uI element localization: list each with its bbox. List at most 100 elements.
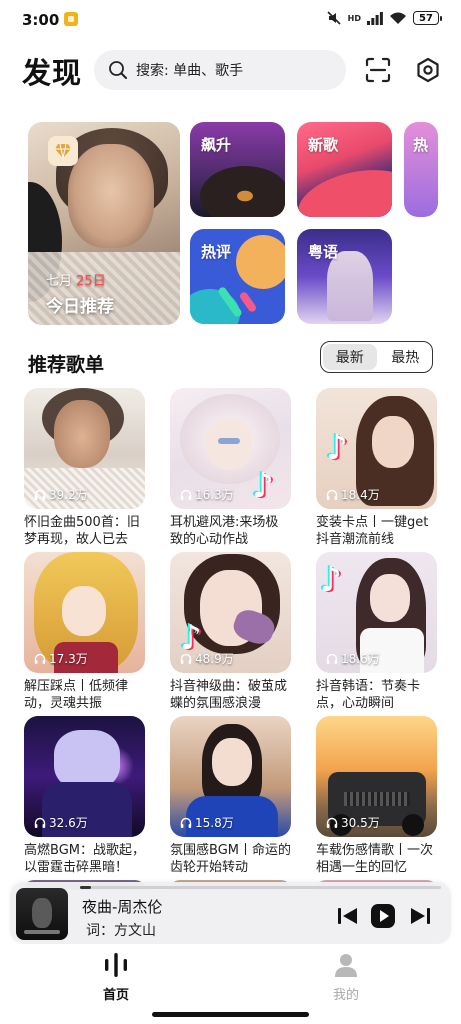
tile-hot[interactable]: 热 bbox=[404, 122, 438, 217]
section-title: 推荐歌单 bbox=[28, 354, 105, 376]
tile-rise-label: 飙升 bbox=[201, 136, 232, 154]
play-button[interactable] bbox=[370, 903, 396, 929]
tile-hot-label: 热 bbox=[413, 136, 429, 154]
tile-rise[interactable]: 飙升 bbox=[190, 122, 285, 217]
playlist-cover: 32.6万 bbox=[24, 716, 145, 837]
playlist-title: 解压踩点丨低频律动，灵魂共振 bbox=[24, 679, 129, 711]
headphones-icon bbox=[326, 653, 338, 664]
playlist-title: 抖音韩语：节奏卡点，心动瞬间 bbox=[316, 679, 421, 711]
daily-day: 25日 bbox=[76, 274, 106, 289]
nav-mine-label: 我的 bbox=[332, 988, 359, 1003]
playlist-card[interactable]: 39.2万 怀旧金曲500首：旧梦再现，故人已去 bbox=[24, 388, 145, 548]
now-playing-title: 夜曲-周杰伦 bbox=[82, 898, 163, 916]
search-input[interactable]: 搜索: 单曲、歌手 bbox=[94, 50, 346, 90]
playlist-title: 抖音神级曲：破茧成蝶的氛围感浪漫 bbox=[170, 679, 288, 711]
play-count: 15.8万 bbox=[180, 814, 234, 831]
play-count: 39.2万 bbox=[34, 486, 88, 503]
play-count: 32.6万 bbox=[34, 814, 88, 831]
playback-progress-fill bbox=[80, 886, 91, 889]
daily-recommend-card[interactable]: 七月 25日 今日推荐 bbox=[28, 122, 180, 325]
search-icon bbox=[109, 61, 127, 79]
playlist-card[interactable]: ♪ 18.6万 抖音韩语：节奏卡点，心动瞬间 bbox=[316, 552, 437, 712]
playlist-card[interactable]: ♪ 18.4万 变装卡点丨一键get抖音潮流前线 bbox=[316, 388, 437, 548]
person-icon bbox=[335, 954, 357, 977]
sort-toggle: 最新 最热 bbox=[320, 341, 433, 373]
tile-cantonese[interactable]: 粤语 bbox=[297, 229, 392, 324]
play-count: 18.6万 bbox=[326, 650, 380, 667]
playlist-cover: ♪ 16.3万 bbox=[170, 388, 291, 509]
signal-icon bbox=[367, 11, 383, 25]
tile-review[interactable]: 热评 bbox=[190, 229, 285, 324]
playlist-card[interactable]: ♪ 16.3万 耳机避风港:来场极致的心动作战 bbox=[170, 388, 291, 548]
playlist-cover: 39.2万 bbox=[24, 388, 145, 509]
daily-label: 今日推荐 bbox=[46, 297, 114, 317]
daily-month: 七月 bbox=[46, 274, 73, 289]
playlist-cover: 17.3万 bbox=[24, 552, 145, 673]
headphones-icon bbox=[180, 489, 192, 500]
header: 发现 搜索: 单曲、歌手 bbox=[0, 44, 461, 96]
playlist-cover: 15.8万 bbox=[170, 716, 291, 837]
playlist-title: 耳机避风港:来场极致的心动作战 bbox=[170, 515, 279, 547]
search-placeholder: 搜索: 单曲、歌手 bbox=[136, 63, 244, 79]
sort-hottest[interactable]: 最热 bbox=[379, 342, 433, 372]
now-playing-lyric: 词：方文山 bbox=[86, 923, 156, 939]
scan-icon bbox=[365, 57, 391, 83]
battery-icon: 57 bbox=[413, 11, 442, 25]
diamond-icon bbox=[48, 136, 78, 166]
headphones-icon bbox=[34, 817, 46, 828]
playlist-cover: ♪ 18.6万 bbox=[316, 552, 437, 673]
mini-player[interactable]: 夜曲-周杰伦 词：方文山 bbox=[10, 882, 451, 944]
play-count: 18.4万 bbox=[326, 486, 380, 503]
nav-mine[interactable]: 我的 bbox=[306, 952, 386, 1003]
skip-next-icon bbox=[411, 908, 430, 924]
scan-button[interactable] bbox=[363, 55, 393, 85]
mute-icon bbox=[327, 11, 341, 25]
playlist-cover: 30.5万 bbox=[316, 716, 437, 837]
status-icons: HD 57 bbox=[326, 11, 442, 25]
playlist-card[interactable]: 32.6万 高燃BGM：战歌起，以雷霆击碎黑暗！ bbox=[24, 716, 145, 876]
play-count: 30.5万 bbox=[326, 814, 380, 831]
previous-button[interactable] bbox=[335, 903, 361, 929]
headphones-icon bbox=[326, 489, 338, 500]
play-count: 17.3万 bbox=[34, 650, 88, 667]
playlist-cover: ♪ 48.9万 bbox=[170, 552, 291, 673]
tile-new[interactable]: 新歌 bbox=[297, 122, 392, 217]
nav-home[interactable]: 首页 bbox=[76, 952, 156, 1003]
next-button[interactable] bbox=[407, 903, 433, 929]
headphones-icon bbox=[34, 653, 46, 664]
sort-latest[interactable]: 最新 bbox=[323, 344, 377, 370]
tiktok-logo-icon: ♪ bbox=[320, 560, 342, 600]
tiktok-logo-icon: ♪ bbox=[326, 428, 348, 468]
daily-date: 七月 25日 bbox=[46, 270, 106, 289]
tile-review-label: 热评 bbox=[201, 243, 232, 261]
tile-new-label: 新歌 bbox=[308, 136, 339, 154]
tile-cantonese-label: 粤语 bbox=[308, 243, 339, 261]
hd-label: HD bbox=[347, 13, 361, 23]
playlist-title: 氛围感BGM丨命运的齿轮开始转动 bbox=[170, 843, 291, 875]
playlist-card[interactable]: 17.3万 解压踩点丨低频律动，灵魂共振 bbox=[24, 552, 145, 712]
play-count: 16.3万 bbox=[180, 486, 234, 503]
nav-home-label: 首页 bbox=[102, 988, 129, 1003]
playlist-title: 怀旧金曲500首：旧梦再现，故人已去 bbox=[24, 515, 140, 547]
playlist-title: 高燃BGM：战歌起，以雷霆击碎黑暗！ bbox=[24, 843, 145, 875]
status-bar: 3:00 HD 57 bbox=[0, 0, 461, 40]
headphones-icon bbox=[180, 653, 192, 664]
play-count: 48.9万 bbox=[180, 650, 234, 667]
playlist-card[interactable]: 15.8万 氛围感BGM丨命运的齿轮开始转动 bbox=[170, 716, 291, 876]
headphones-icon bbox=[180, 817, 192, 828]
tiktok-logo-icon: ♪ bbox=[252, 466, 274, 506]
playlist-title: 变装卡点丨一键get抖音潮流前线 bbox=[316, 515, 429, 547]
settings-button[interactable] bbox=[413, 55, 443, 85]
notification-icon bbox=[64, 12, 78, 26]
headphones-icon bbox=[34, 489, 46, 500]
now-playing-cover[interactable] bbox=[16, 888, 68, 940]
home-indicator[interactable] bbox=[152, 1012, 309, 1017]
status-time: 3:00 bbox=[22, 11, 60, 29]
headphones-icon bbox=[326, 817, 338, 828]
playlist-card[interactable]: ♪ 48.9万 抖音神级曲：破茧成蝶的氛围感浪漫 bbox=[170, 552, 291, 712]
gear-icon bbox=[417, 57, 439, 83]
playback-progress[interactable] bbox=[80, 886, 441, 889]
skip-previous-icon bbox=[338, 908, 357, 924]
playlist-card[interactable]: 30.5万 车载伤感情歌丨一次相遇一生的回忆 bbox=[316, 716, 437, 876]
play-icon bbox=[371, 904, 395, 928]
